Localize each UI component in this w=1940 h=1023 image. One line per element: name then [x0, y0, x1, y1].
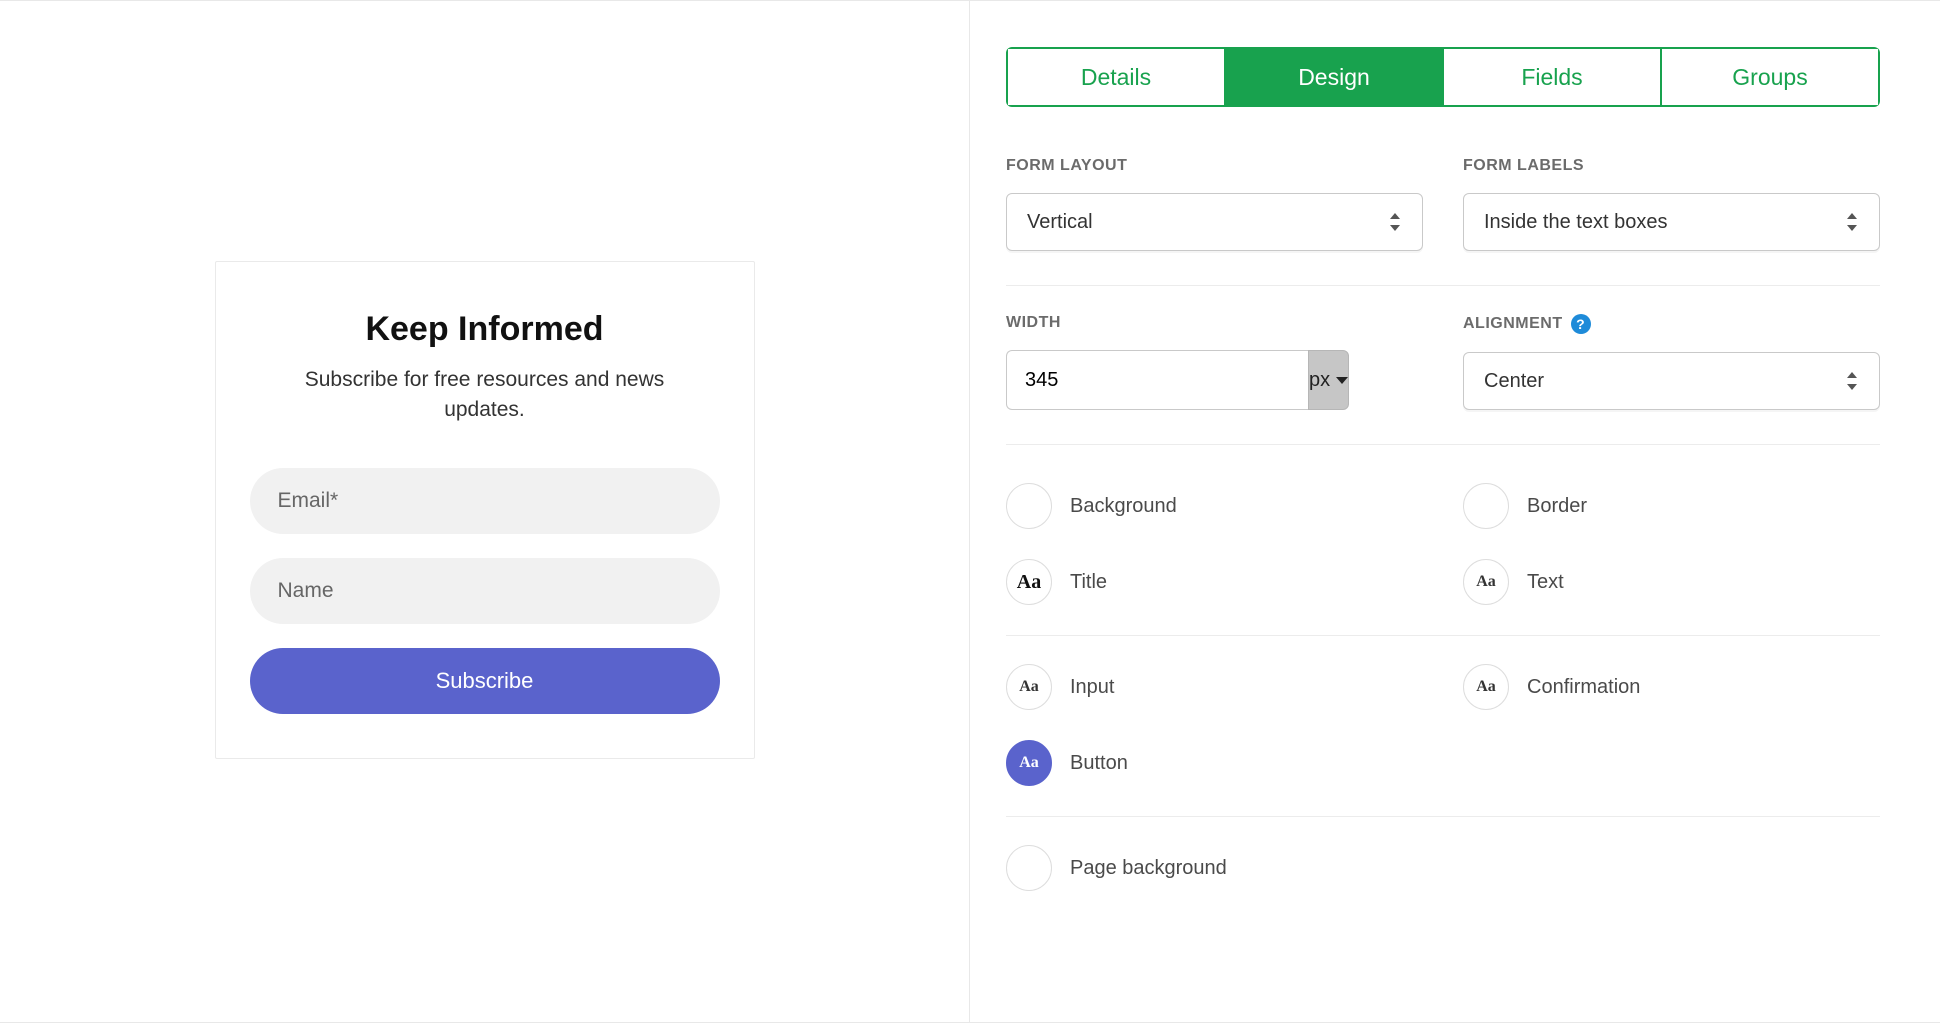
- color-swatch-icon: [1006, 483, 1052, 529]
- width-unit-value: px: [1309, 369, 1330, 392]
- tab-design[interactable]: Design: [1226, 47, 1444, 107]
- style-input-label: Input: [1070, 676, 1114, 699]
- style-page-background-label: Page background: [1070, 857, 1227, 880]
- row-width-alignment: WIDTH px ALIGNMENT ? Center: [1006, 314, 1880, 445]
- settings-pane: Details Design Fields Groups FORM LAYOUT…: [970, 1, 1940, 1022]
- style-grid: Background Aa Title Border Aa Text: [1006, 473, 1880, 921]
- alignment-label-text: ALIGNMENT: [1463, 315, 1563, 333]
- app-root: Keep Informed Subscribe for free resourc…: [0, 0, 1940, 1023]
- caret-down-icon: [1336, 377, 1348, 384]
- form-labels-value: Inside the text boxes: [1484, 211, 1667, 234]
- style-title-label: Title: [1070, 571, 1107, 594]
- typography-icon: Aa: [1006, 559, 1052, 605]
- tabs: Details Design Fields Groups: [1006, 47, 1880, 107]
- alignment-value: Center: [1484, 370, 1544, 393]
- typography-icon: Aa: [1463, 664, 1509, 710]
- preview-pane: Keep Informed Subscribe for free resourc…: [0, 1, 970, 1022]
- tab-details[interactable]: Details: [1006, 47, 1226, 107]
- width-group: px: [1006, 350, 1228, 410]
- tab-groups[interactable]: Groups: [1662, 47, 1880, 107]
- tab-fields[interactable]: Fields: [1444, 47, 1662, 107]
- style-page-background[interactable]: Page background: [1006, 845, 1423, 891]
- style-text-label: Text: [1527, 571, 1564, 594]
- form-subtitle: Subscribe for free resources and news up…: [250, 365, 720, 426]
- alignment-label: ALIGNMENT ?: [1463, 314, 1880, 334]
- style-title[interactable]: Aa Title: [1006, 559, 1423, 605]
- alignment-select[interactable]: Center: [1463, 352, 1880, 410]
- name-field[interactable]: Name: [250, 558, 720, 624]
- typography-icon: Aa: [1463, 559, 1509, 605]
- style-confirmation[interactable]: Aa Confirmation: [1463, 664, 1880, 710]
- form-title: Keep Informed: [250, 310, 720, 349]
- style-input[interactable]: Aa Input: [1006, 664, 1423, 710]
- style-button-label: Button: [1070, 752, 1128, 775]
- updown-icon: [1388, 212, 1402, 232]
- style-border[interactable]: Border: [1463, 483, 1880, 529]
- style-background[interactable]: Background: [1006, 483, 1423, 529]
- form-labels-label: FORM LABELS: [1463, 157, 1880, 175]
- form-layout-value: Vertical: [1027, 211, 1093, 234]
- typography-icon: Aa: [1006, 664, 1052, 710]
- email-placeholder: Email*: [278, 489, 339, 513]
- name-placeholder: Name: [278, 579, 334, 603]
- width-input[interactable]: [1006, 350, 1308, 410]
- help-icon[interactable]: ?: [1571, 314, 1591, 334]
- row-layout-labels: FORM LAYOUT Vertical FORM LABELS Inside …: [1006, 157, 1880, 286]
- form-layout-label: FORM LAYOUT: [1006, 157, 1423, 175]
- updown-icon: [1845, 371, 1859, 391]
- typography-icon: Aa: [1006, 740, 1052, 786]
- form-preview-card: Keep Informed Subscribe for free resourc…: [215, 261, 755, 759]
- style-background-label: Background: [1070, 495, 1177, 518]
- color-swatch-icon: [1463, 483, 1509, 529]
- width-label: WIDTH: [1006, 314, 1423, 332]
- subscribe-button[interactable]: Subscribe: [250, 648, 720, 714]
- style-border-label: Border: [1527, 495, 1587, 518]
- style-text[interactable]: Aa Text: [1463, 559, 1880, 605]
- width-unit-dropdown[interactable]: px: [1308, 350, 1349, 410]
- updown-icon: [1845, 212, 1859, 232]
- style-confirmation-label: Confirmation: [1527, 676, 1640, 699]
- color-swatch-icon: [1006, 845, 1052, 891]
- email-field[interactable]: Email*: [250, 468, 720, 534]
- form-layout-select[interactable]: Vertical: [1006, 193, 1423, 251]
- style-button[interactable]: Aa Button: [1006, 740, 1423, 786]
- form-labels-select[interactable]: Inside the text boxes: [1463, 193, 1880, 251]
